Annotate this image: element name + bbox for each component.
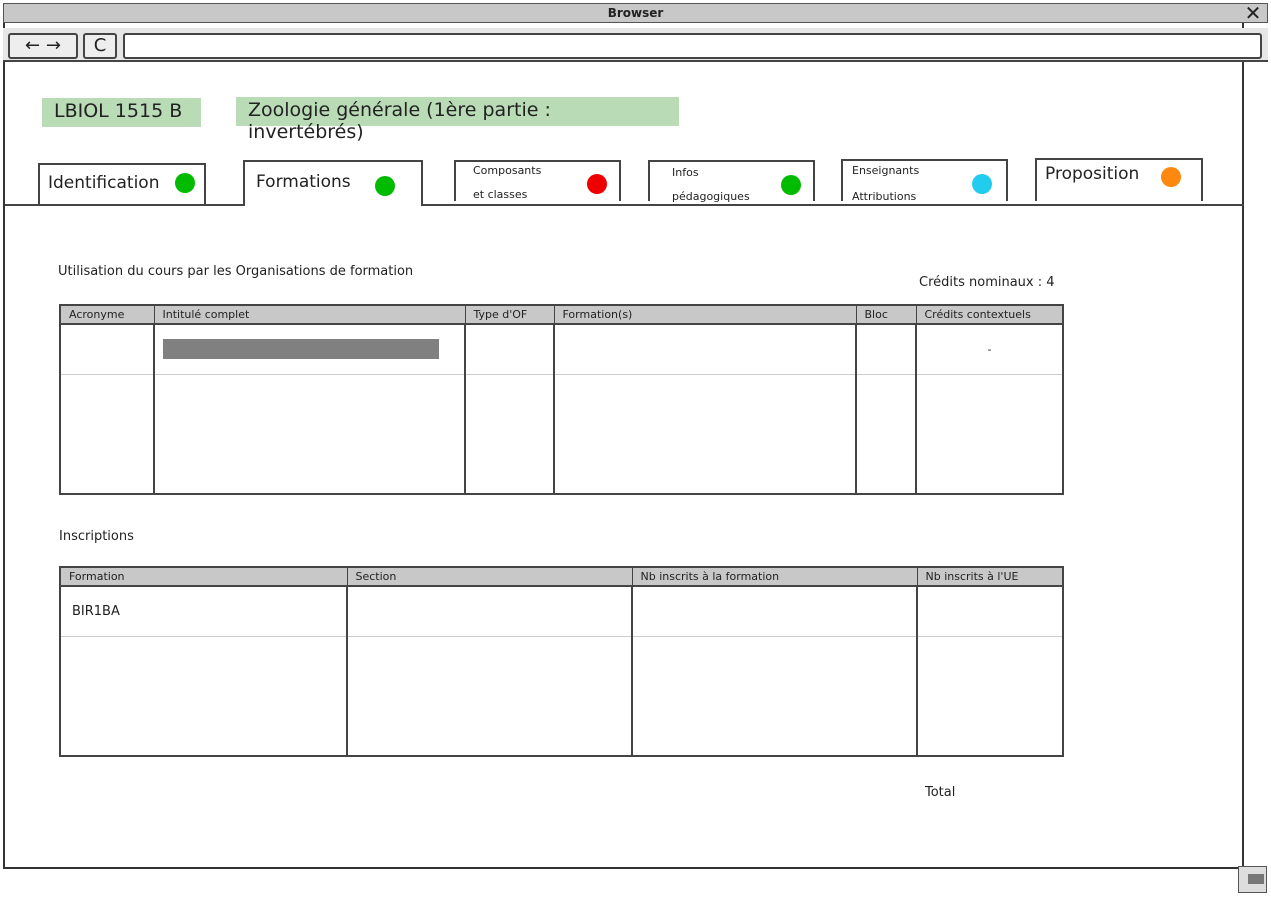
usage-table: Acronyme Intitulé complet Type d'OF Form… — [59, 304, 1064, 495]
column-header: Acronyme — [60, 305, 155, 325]
tab-composants[interactable]: Composants et classes — [454, 160, 621, 201]
address-bar[interactable] — [123, 33, 1262, 59]
status-dot-icon — [375, 176, 395, 196]
column-header: Formation — [60, 567, 348, 587]
tab-label-line1: Enseignants — [852, 164, 920, 177]
tab-label: Proposition — [1045, 164, 1140, 184]
tab-label-line2: pédagogiques — [672, 190, 750, 203]
cell-section — [347, 586, 633, 637]
tab-label-line1: Infos — [672, 166, 699, 179]
redacted-text — [163, 339, 439, 360]
cell-credits: - — [916, 324, 1063, 375]
cell-acronyme — [60, 324, 155, 375]
table-header-row: Formation Section Nb inscrits à la forma… — [60, 567, 1063, 587]
tab-label: Formations — [256, 172, 351, 192]
cell-formations — [554, 324, 857, 375]
tab-label-line2: Attributions — [852, 190, 917, 203]
tab-label: Identification — [48, 173, 160, 193]
table-header-row: Acronyme Intitulé complet Type d'OF Form… — [60, 305, 1063, 325]
status-dot-icon — [587, 174, 607, 194]
window-title: Browser — [607, 6, 664, 20]
column-header: Crédits contextuels — [916, 305, 1063, 325]
table-row-empty — [60, 636, 1063, 756]
resize-grip-icon[interactable] — [1238, 866, 1267, 893]
table-row-empty — [60, 374, 1063, 494]
close-icon[interactable]: ✕ — [1243, 3, 1263, 24]
inscriptions-table: Formation Section Nb inscrits à la forma… — [59, 566, 1064, 757]
tab-identification[interactable]: Identification — [38, 163, 206, 205]
tab-baseline — [5, 204, 1244, 206]
tab-label-line1: Composants — [473, 164, 542, 177]
total-label: Total — [925, 785, 956, 800]
credits-nominaux: Crédits nominaux : 4 — [919, 275, 1055, 290]
status-dot-icon — [781, 175, 801, 195]
cell-intitule — [154, 324, 466, 375]
active-tab-gap — [245, 203, 421, 207]
course-code-label: LBIOL 1515 B — [42, 98, 201, 127]
tab-infos-pedagogiques[interactable]: Infos pédagogiques — [648, 160, 815, 203]
column-header: Type d'OF — [465, 305, 555, 325]
tab-formations[interactable]: Formations — [243, 160, 423, 206]
browser-toolbar: ← → C — [3, 28, 1268, 62]
cell-type — [465, 324, 555, 375]
column-header: Nb inscrits à la formation — [632, 567, 918, 587]
usage-heading: Utilisation du cours par les Organisatio… — [58, 264, 414, 279]
column-header: Nb inscrits à l'UE — [917, 567, 1063, 587]
cell-nb-formation — [632, 586, 918, 637]
cell-bloc — [856, 324, 917, 375]
browser-titlebar: Browser ✕ — [3, 3, 1268, 23]
tab-enseignants-attributions[interactable]: Enseignants Attributions — [841, 159, 1008, 203]
status-dot-icon — [972, 174, 992, 194]
cell-nb-ue — [917, 586, 1063, 637]
status-dot-icon — [175, 173, 195, 193]
column-header: Intitulé complet — [154, 305, 466, 325]
back-forward-buttons[interactable]: ← → — [8, 33, 78, 59]
cell-formation: BIR1BA — [60, 586, 348, 637]
inscriptions-heading: Inscriptions — [59, 529, 134, 544]
course-title-label: Zoologie générale (1ère partie : inverté… — [236, 97, 679, 143]
reload-icon[interactable]: C — [83, 33, 117, 59]
status-dot-icon — [1161, 167, 1181, 187]
table-row[interactable]: BIR1BA — [60, 586, 1063, 637]
column-header: Bloc — [856, 305, 917, 325]
column-header: Section — [347, 567, 633, 587]
column-header: Formation(s) — [554, 305, 857, 325]
tab-proposition[interactable]: Proposition — [1035, 158, 1203, 201]
table-row[interactable]: - — [60, 324, 1063, 375]
